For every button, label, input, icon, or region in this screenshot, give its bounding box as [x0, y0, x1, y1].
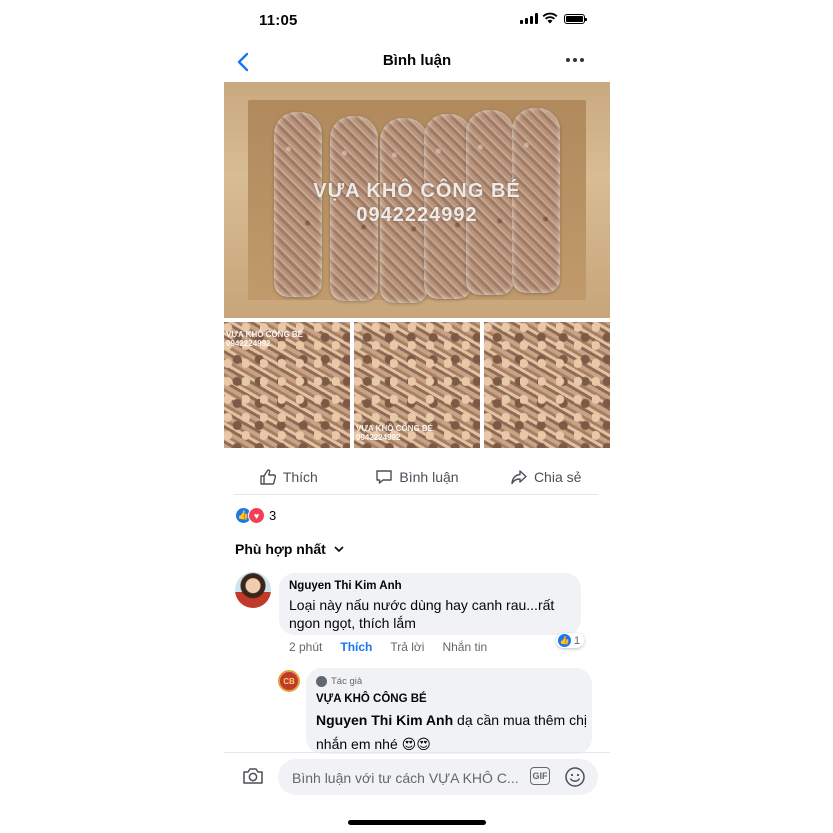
- emoji-icon[interactable]: [564, 766, 586, 788]
- author-badge-icon: [316, 676, 327, 687]
- home-indicator[interactable]: [348, 820, 486, 825]
- page-avatar[interactable]: CB: [278, 670, 300, 692]
- reply-mention[interactable]: Nguyen Thi Kim Anh: [316, 712, 453, 728]
- thumb-watermark: VỰA KHÔ CÔNG BÉ: [356, 424, 434, 433]
- sort-label: Phù hợp nhất: [235, 541, 326, 557]
- author-tag: Tác giả: [316, 676, 362, 687]
- share-label: Chia sẻ: [533, 469, 582, 485]
- post-photo-thumb[interactable]: [484, 322, 610, 448]
- reaction-count: 3: [269, 508, 277, 523]
- photo-watermark: VỰA KHÔ CÔNG BÉ: [313, 180, 521, 202]
- author-tag-label: Tác giả: [331, 676, 363, 687]
- thumbs-up-icon: [260, 469, 276, 485]
- gif-icon[interactable]: GIF: [530, 767, 550, 785]
- comment-time: 2 phút: [289, 640, 323, 654]
- status-time: 11:05: [259, 12, 298, 29]
- post-photo-thumb[interactable]: VỰA KHÔ CÔNG BÉ 0942224992: [224, 322, 350, 448]
- camera-icon[interactable]: [242, 765, 264, 787]
- battery-icon: [564, 14, 587, 24]
- thumb-watermark: 0942224992: [356, 433, 401, 442]
- thumb-watermark: 0942224992: [226, 339, 271, 348]
- post-action-bar: Thích Bình luận Chia sẻ: [224, 462, 610, 492]
- comment-bubble: Nguyen Thi Kim Anh Loại này nấu nước dùn…: [279, 573, 581, 635]
- comment-composer: GIF: [278, 759, 598, 797]
- divider: [224, 752, 610, 753]
- comment-reaction-count[interactable]: 👍 1: [556, 633, 585, 648]
- more-options-icon[interactable]: [566, 58, 584, 62]
- phone-screen: 11:05 Bình luận VỰA KHÔ CÔNG BÉ 09422249…: [224, 0, 610, 833]
- comment-input[interactable]: [290, 759, 526, 797]
- comment-icon: [376, 470, 393, 484]
- divider: [234, 494, 598, 495]
- reply-author[interactable]: VỰA KHÔ CÔNG BÉ: [316, 693, 427, 705]
- comment-meta: 2 phút Thích Trả lời Nhắn tin: [289, 640, 487, 654]
- like-button[interactable]: Thích: [224, 462, 353, 492]
- avatar[interactable]: [235, 572, 271, 608]
- thumb-watermark: VỰA KHÔ CÔNG BÉ: [226, 330, 304, 339]
- comment-like-link[interactable]: Thích: [340, 640, 372, 654]
- share-button[interactable]: Chia sẻ: [481, 462, 610, 492]
- page-title: Bình luận: [382, 52, 452, 69]
- like-reaction-icon: 👍: [558, 634, 571, 647]
- comment-sort-dropdown[interactable]: Phù hợp nhất: [235, 541, 344, 557]
- reply-text: Nguyen Thi Kim Anh dạ cần mua thêm chị n…: [316, 708, 588, 756]
- chevron-down-icon: [334, 545, 344, 552]
- love-reaction-icon: ♥: [248, 507, 265, 524]
- comment-author[interactable]: Nguyen Thi Kim Anh: [289, 580, 402, 592]
- comment-label: Bình luận: [399, 469, 459, 485]
- photo-watermark-phone: 0942224992: [356, 204, 478, 226]
- comment-button[interactable]: Bình luận: [353, 462, 482, 492]
- like-label: Thích: [282, 469, 318, 485]
- share-icon: [511, 470, 527, 485]
- comment-text: Loại này nấu nước dùng hay canh rau...rấ…: [289, 597, 555, 631]
- comment-reaction-number: 1: [574, 634, 581, 647]
- comment-reply-link[interactable]: Trả lời: [390, 640, 424, 654]
- post-photo-thumb[interactable]: VỰA KHÔ CÔNG BÉ 0942224992: [354, 322, 480, 448]
- reactions-summary[interactable]: 👍 ♥ 3: [235, 507, 276, 524]
- wifi-icon: [542, 12, 558, 24]
- post-photo-main[interactable]: VỰA KHÔ CÔNG BÉ 0942224992: [224, 82, 610, 318]
- signal-icon: [520, 13, 538, 24]
- comment-message-link[interactable]: Nhắn tin: [442, 640, 487, 654]
- reply-bubble: Tác giả VỰA KHÔ CÔNG BÉ Nguyen Thi Kim A…: [306, 668, 592, 754]
